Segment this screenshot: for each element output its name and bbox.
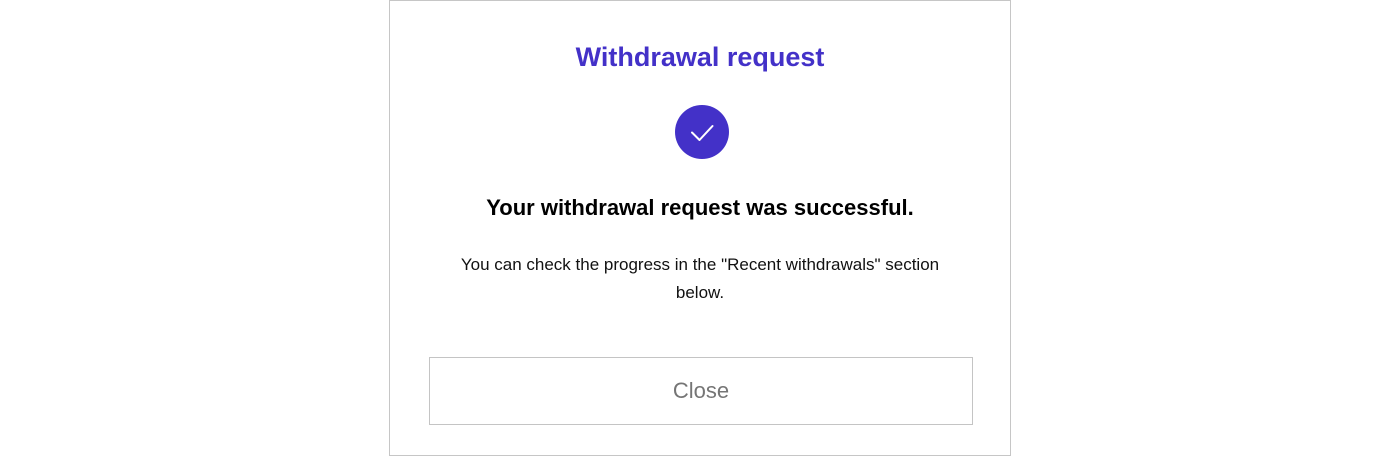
- success-headline: Your withdrawal request was successful.: [486, 195, 914, 220]
- withdrawal-dialog: Withdrawal request Your withdrawal reque…: [389, 0, 1011, 456]
- close-button[interactable]: Close: [429, 357, 973, 425]
- dialog-title: Withdrawal request: [575, 42, 825, 72]
- checkmark-icon: [691, 125, 714, 141]
- success-message: You can check the progress in the "Recen…: [460, 255, 940, 302]
- success-badge: [675, 105, 729, 159]
